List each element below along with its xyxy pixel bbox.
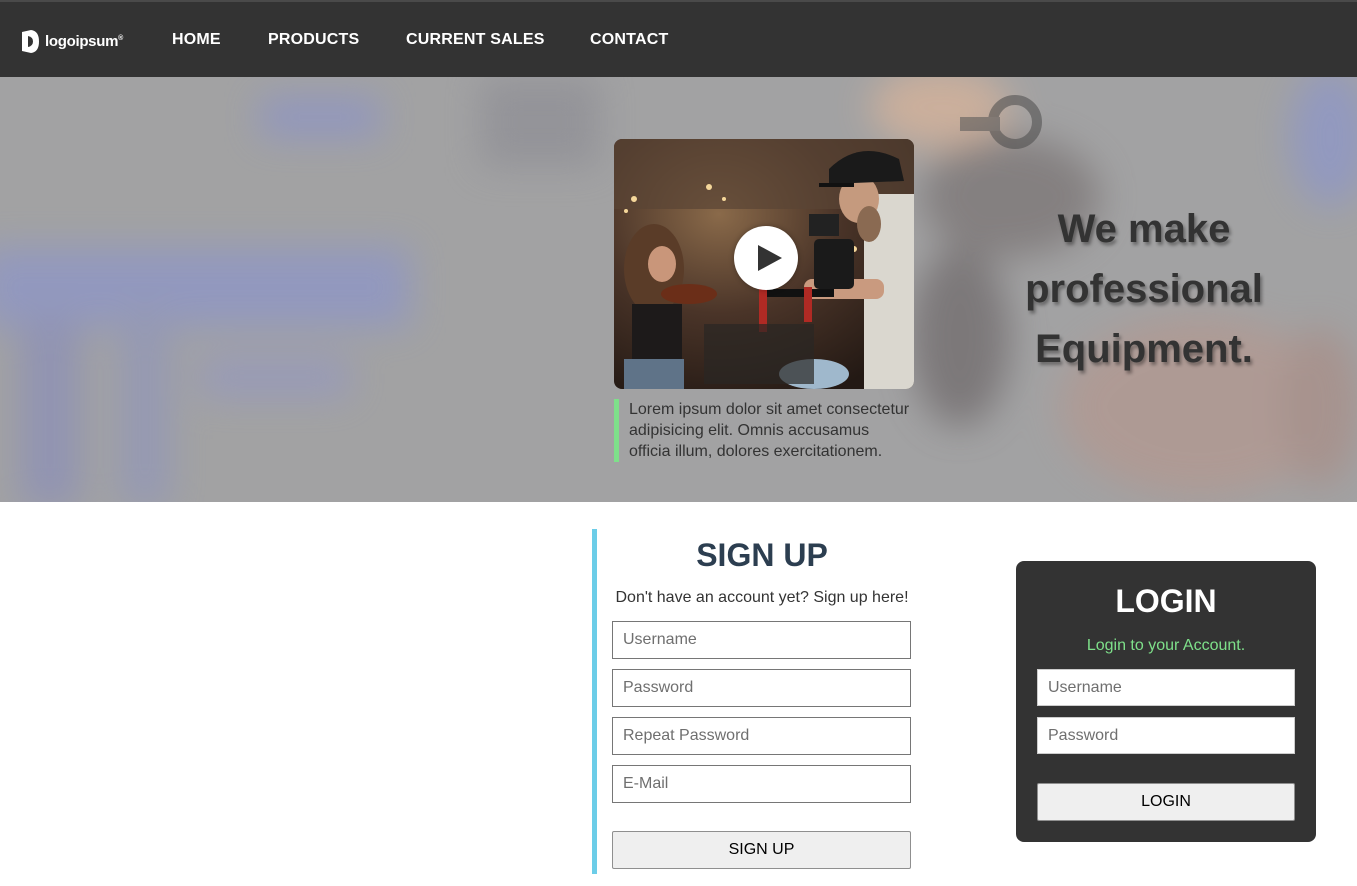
hero-quote: Lorem ipsum dolor sit amet consectetur a… <box>614 399 914 462</box>
signup-button[interactable]: SIGN UP <box>612 831 911 869</box>
hero-section: Lorem ipsum dolor sit amet consectetur a… <box>0 77 1357 502</box>
login-title: LOGIN <box>1115 583 1217 619</box>
signup-username-input[interactable] <box>612 621 911 659</box>
login-subtitle: Login to your Account. <box>1086 637 1246 654</box>
video-thumbnail[interactable] <box>614 139 914 389</box>
signup-subtitle: Don't have an account yet? Sign up here! <box>615 589 909 606</box>
login-username-input[interactable] <box>1037 669 1295 706</box>
logo-text: logoipsum® <box>45 32 123 50</box>
nav-contact[interactable]: CONTACT <box>590 31 668 49</box>
top-navigation: logoipsum® HOME PRODUCTS CURRENT SALES C… <box>0 0 1357 77</box>
login-button[interactable]: LOGIN <box>1037 783 1295 821</box>
login-panel: LOGIN Login to your Account. LOGIN <box>1016 561 1316 842</box>
signup-email-input[interactable] <box>612 765 911 803</box>
nav-products[interactable]: PRODUCTS <box>268 31 359 49</box>
signup-form: SIGN UP Don't have an account yet? Sign … <box>592 529 922 874</box>
signup-password-input[interactable] <box>612 669 911 707</box>
signup-title: SIGN UP <box>696 537 828 573</box>
login-password-input[interactable] <box>1037 717 1295 754</box>
logo-icon <box>20 29 39 53</box>
nav-current-sales[interactable]: CURRENT SALES <box>406 31 545 49</box>
play-icon[interactable] <box>734 226 798 290</box>
hero-title-line-3: Equipment. <box>1035 327 1253 371</box>
hero-title-line-2: professional <box>1025 267 1263 311</box>
logo[interactable]: logoipsum® <box>20 29 123 53</box>
signup-repeat-password-input[interactable] <box>612 717 911 755</box>
hero-title-line-1: We make <box>1057 207 1231 251</box>
nav-home[interactable]: HOME <box>172 31 221 49</box>
hero-title: We make professional Equipment. <box>1004 199 1284 379</box>
